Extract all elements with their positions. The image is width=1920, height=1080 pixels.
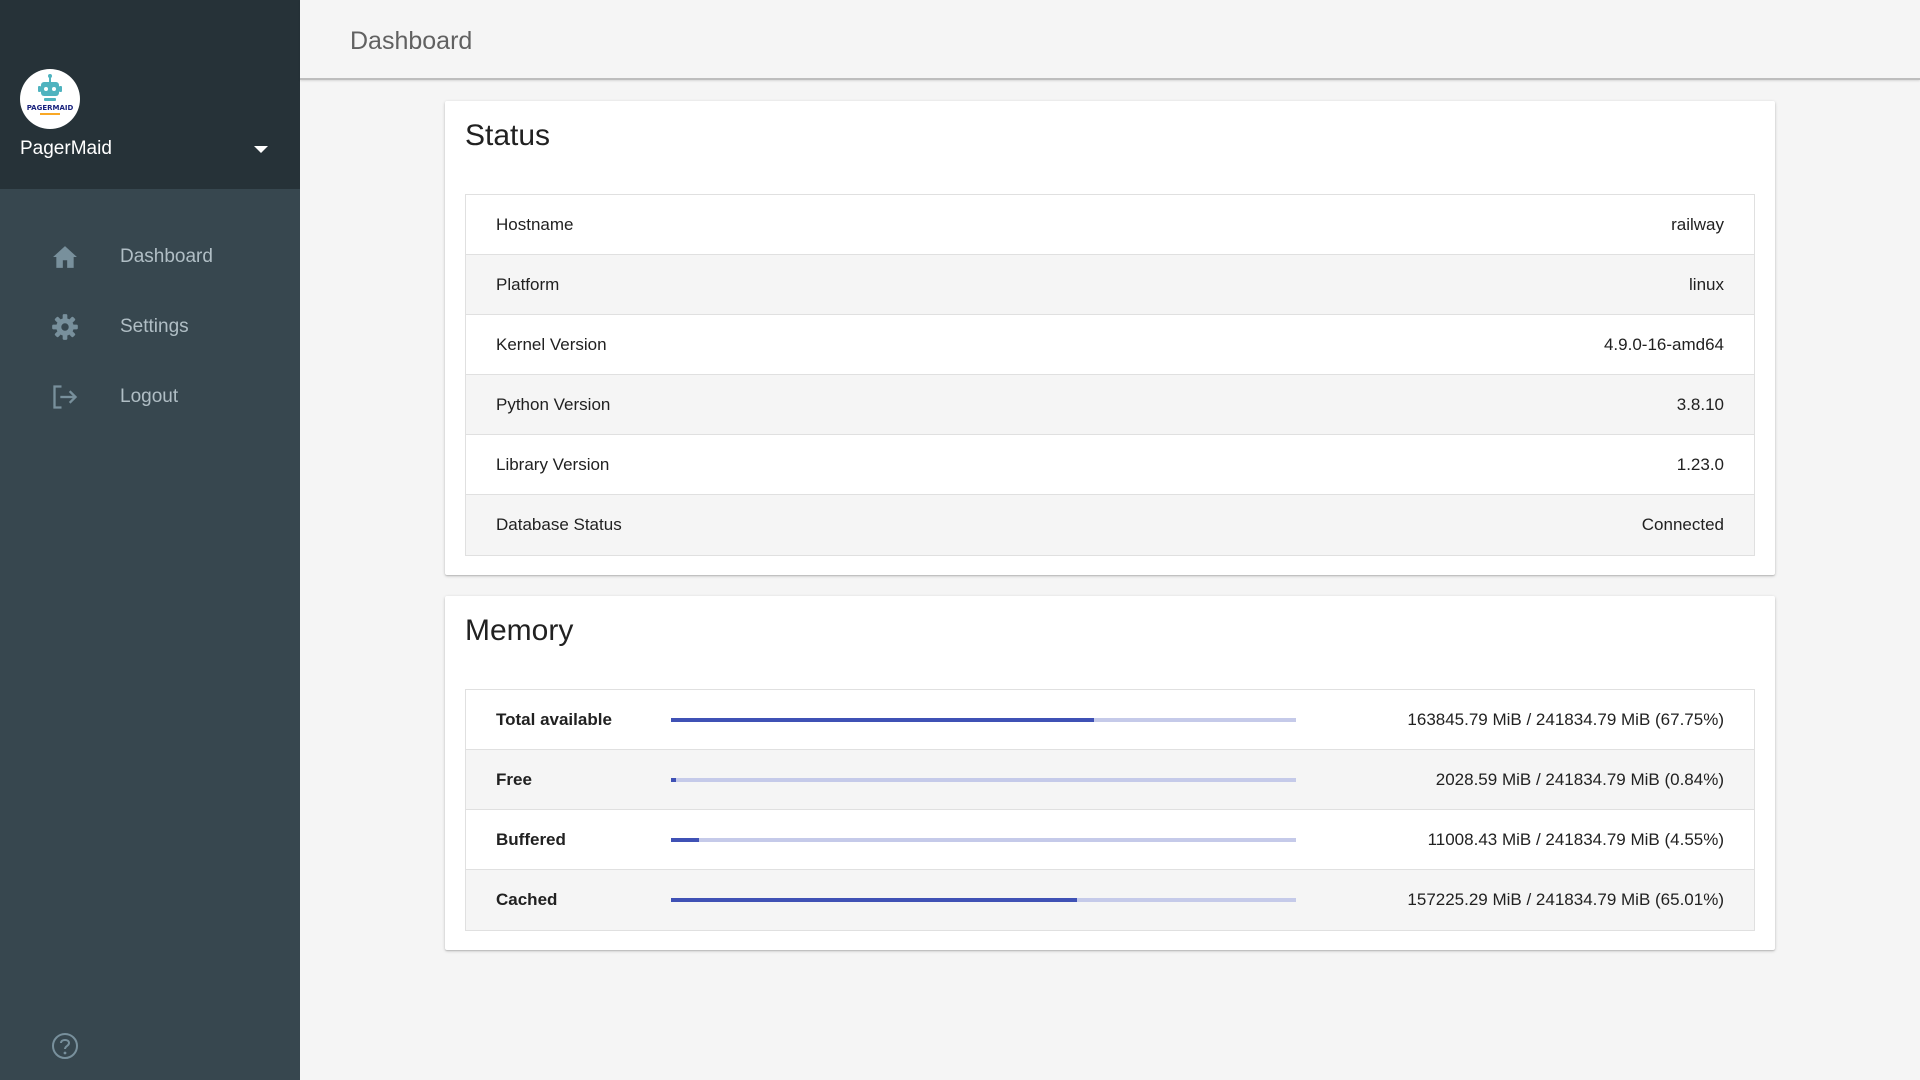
row-label: Platform	[496, 274, 560, 294]
logo-text: PAGERMAID	[27, 104, 74, 112]
gear-icon	[50, 312, 80, 342]
status-card: Status Hostname railway Platform linux K…	[445, 101, 1775, 575]
memory-progress-fill	[671, 898, 1078, 902]
row-value: linux	[1689, 274, 1724, 294]
memory-progress-fill	[671, 717, 1095, 722]
account-switcher[interactable]: PagerMaid	[20, 136, 270, 162]
table-row: Library Version 1.23.0	[466, 435, 1754, 495]
robot-logo-icon: PAGERMAID	[27, 74, 74, 115]
row-label: Hostname	[496, 214, 574, 234]
sidebar-header: PAGERMAID PagerMaid	[0, 0, 300, 189]
home-icon	[50, 242, 80, 272]
memory-progress-bar	[671, 717, 1296, 722]
table-row: Total available 163845.79 MiB / 241834.7…	[466, 690, 1754, 750]
row-label: Cached	[496, 890, 558, 909]
row-label: Library Version	[496, 454, 610, 474]
row-value: 1.23.0	[1676, 454, 1724, 474]
account-name: PagerMaid	[20, 138, 112, 159]
row-value: 4.9.0-16-amd64	[1603, 334, 1724, 354]
sidebar-item-dashboard[interactable]: Dashboard	[0, 222, 300, 292]
status-card-title: Status	[465, 119, 551, 152]
row-value: Connected	[1641, 515, 1724, 534]
status-table: Hostname railway Platform linux Kernel V…	[465, 194, 1755, 556]
memory-progress-fill	[671, 777, 677, 782]
table-row: Buffered 11008.43 MiB / 241834.79 MiB (4…	[466, 810, 1754, 870]
sidebar: PAGERMAID PagerMaid Dashboard Settings L…	[0, 0, 300, 1080]
page-title: Dashboard	[350, 27, 473, 55]
table-row: Cached 157225.29 MiB / 241834.79 MiB (65…	[466, 870, 1754, 930]
table-row: Platform linux	[466, 255, 1754, 315]
sidebar-item-logout[interactable]: Logout	[0, 362, 300, 432]
row-label: Database Status	[496, 515, 622, 534]
memory-card-title: Memory	[465, 614, 574, 647]
logout-icon	[50, 382, 80, 412]
row-value: 3.8.10	[1676, 394, 1724, 414]
memory-progress-bar	[671, 898, 1296, 902]
memory-progress-fill	[671, 837, 700, 842]
row-value: 157225.29 MiB / 241834.79 MiB (65.01%)	[1407, 890, 1724, 909]
sidebar-nav: Dashboard Settings Logout	[0, 222, 300, 432]
memory-card: Memory Total available 163845.79 MiB / 2…	[445, 596, 1775, 950]
memory-progress-bar	[671, 777, 1296, 782]
avatar[interactable]: PAGERMAID	[20, 69, 80, 129]
table-row: Database Status Connected	[466, 495, 1754, 555]
row-label: Total available	[496, 709, 612, 729]
row-label: Buffered	[496, 829, 566, 849]
row-label: Python Version	[496, 394, 611, 414]
sidebar-item-label: Settings	[120, 316, 189, 337]
memory-table: Total available 163845.79 MiB / 241834.7…	[465, 689, 1755, 931]
table-row: Python Version 3.8.10	[466, 375, 1754, 435]
top-bar: Dashboard	[300, 0, 1920, 80]
table-row: Kernel Version 4.9.0-16-amd64	[466, 315, 1754, 375]
row-value: 11008.43 MiB / 241834.79 MiB (4.55%)	[1427, 829, 1724, 849]
memory-progress-bar	[671, 837, 1296, 842]
row-value: 163845.79 MiB / 241834.79 MiB (67.75%)	[1407, 709, 1724, 729]
row-label: Kernel Version	[496, 334, 607, 354]
sidebar-item-label: Logout	[120, 386, 179, 407]
row-value: 2028.59 MiB / 241834.79 MiB (0.84%)	[1435, 769, 1724, 789]
table-row: Hostname railway	[466, 195, 1754, 255]
sidebar-item-settings[interactable]: Settings	[0, 292, 300, 362]
help-icon[interactable]	[51, 1032, 79, 1060]
row-label: Free	[496, 769, 532, 789]
row-value: railway	[1671, 214, 1724, 234]
table-row: Free 2028.59 MiB / 241834.79 MiB (0.84%)	[466, 750, 1754, 810]
caret-down-icon	[254, 145, 268, 153]
sidebar-item-label: Dashboard	[120, 246, 213, 267]
